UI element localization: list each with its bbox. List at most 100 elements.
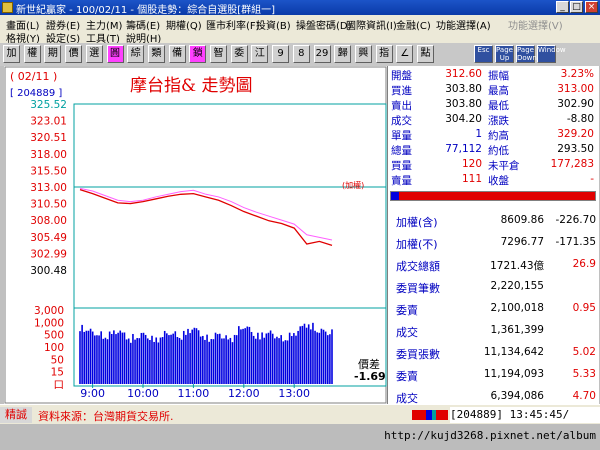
- quote-panel: 開盤 312.60 振幅 3.23% 買進 303.80 最高 313.00 賣出 303.80 最…: [387, 66, 599, 405]
- volume-tick-label: 口: [54, 379, 65, 391]
- toolbar-button[interactable]: 9: [272, 45, 290, 63]
- footer-url: http://kujd3268.pixnet.net/album: [384, 429, 596, 442]
- market-value: 6,394,086: [490, 390, 544, 402]
- quote-label: 約低: [488, 145, 509, 157]
- toolbar-button[interactable]: 綜: [127, 45, 145, 63]
- toolbar-button[interactable]: 智: [210, 45, 227, 63]
- price-tick-label: 310.50: [30, 199, 67, 211]
- toolbar-button[interactable]: 備: [168, 45, 186, 63]
- menu-item[interactable]: 國際資訊(I): [346, 17, 397, 32]
- chart-date: ( 02/11 ): [10, 70, 58, 83]
- status-indicator: [412, 410, 448, 420]
- quote-label: 最低: [488, 100, 509, 112]
- market-ratio: 5.33: [572, 368, 596, 380]
- price-tick-label: 302.99: [30, 248, 67, 260]
- toolbar-button[interactable]: 鎖: [189, 45, 207, 63]
- reference-label: (加權): [342, 181, 365, 190]
- minimize-button[interactable]: _: [556, 1, 569, 13]
- maximize-button[interactable]: □: [570, 1, 583, 13]
- status-code: [204889]: [450, 408, 503, 421]
- market-value: 11,134,642: [483, 346, 544, 358]
- toolbar-button[interactable]: 選: [85, 45, 103, 63]
- market-label: 成交: [396, 326, 418, 339]
- volume-tick-label: 500: [44, 330, 64, 342]
- footer: http://kujd3268.pixnet.net/album: [0, 424, 600, 450]
- menu-item[interactable]: 金融(C): [396, 17, 431, 32]
- volume-tick-label: 3,000: [34, 305, 64, 317]
- quote-label: 振幅: [488, 70, 509, 82]
- quote-value: 1: [475, 128, 482, 140]
- menu-item[interactable]: 功能選擇(V): [508, 17, 563, 32]
- toolbar-button[interactable]: 圓: [106, 45, 124, 63]
- intraday-chart[interactable]: 325.52 323.01 320.51 318.00 315.50 313.00 310.…: [4, 66, 387, 404]
- toolbar: 加權期價選圓綜類備鎖智委江 9 8 29 歸興指 ∠ 點 Esc Page Up Page Dow…: [0, 43, 600, 66]
- toolbar-button[interactable]: 歸: [334, 45, 352, 63]
- quote-label: 開盤: [391, 70, 412, 82]
- price-tick-label: 320.51: [30, 132, 67, 144]
- market-value: 1721.43億: [490, 260, 544, 272]
- menu-item[interactable]: 投資(B): [256, 17, 291, 32]
- price-tick-label: 315.50: [30, 165, 67, 177]
- market-ratio: 26.9: [572, 258, 596, 270]
- quote-value: 312.60: [445, 68, 482, 80]
- market-ratio: 0.95: [572, 302, 596, 314]
- market-value: 1,361,399: [490, 324, 544, 336]
- market-value: 11,194,093: [483, 368, 544, 380]
- price-tick-label: 305.49: [30, 232, 67, 244]
- market-label: 委買筆數: [396, 282, 440, 295]
- quote-value: 293.50: [557, 143, 594, 155]
- market-ratio: 4.70: [572, 390, 596, 402]
- title-bar: 新世紀贏家 - 100/02/11 - 個股走勢：綜合自選股[群組一] _ □ …: [0, 0, 600, 16]
- quote-value: -: [590, 173, 594, 185]
- toolbar-button[interactable]: 指: [375, 45, 393, 63]
- price-tick-label: 300.48: [30, 265, 67, 277]
- market-label: 委賣: [396, 304, 418, 317]
- market-label: 成交總額: [396, 260, 440, 273]
- price-tick-label: 313.00: [30, 182, 67, 194]
- mode-label[interactable]: 精誠: [0, 407, 32, 423]
- toolbar-button[interactable]: 類: [147, 45, 165, 63]
- spread-value: -1.69: [354, 370, 386, 383]
- time-tick-label: 11:00: [178, 387, 210, 400]
- toolbar-nav-button[interactable]: Page Up: [495, 45, 514, 63]
- app-icon: [2, 2, 13, 13]
- volume-tick-label: 50: [51, 354, 64, 366]
- toolbar-nav-button[interactable]: Esc: [474, 45, 493, 63]
- toolbar-button[interactable]: 江: [251, 45, 269, 63]
- market-value: 8609.86: [500, 214, 544, 226]
- toolbar-button[interactable]: 權: [23, 45, 41, 63]
- toolbar-button[interactable]: 8: [292, 45, 310, 63]
- toolbar-nav-button[interactable]: Page Down: [516, 45, 537, 63]
- menu-item[interactable]: 功能選擇(A): [436, 17, 491, 32]
- chart-title: 摩台指& 走勢圖: [130, 76, 253, 96]
- toolbar-button[interactable]: 29: [313, 45, 331, 63]
- toolbar-button[interactable]: 價: [65, 45, 83, 63]
- menu-item[interactable]: 匯市利率(F): [206, 17, 260, 32]
- quote-value: 302.90: [557, 98, 594, 110]
- menu-item[interactable]: 操盤密碼(D): [296, 17, 352, 32]
- quote-label: 未平倉: [488, 160, 520, 172]
- toolbar-button[interactable]: 加: [3, 45, 20, 63]
- quote-value: 120: [461, 158, 482, 170]
- market-value: 7296.77: [500, 236, 544, 248]
- quote-label: 賣出: [391, 100, 412, 112]
- toolbar-button[interactable]: 興: [354, 45, 372, 63]
- toolbar-button[interactable]: 委: [230, 45, 248, 63]
- close-button[interactable]: ×: [585, 1, 598, 13]
- toolbar-nav-button[interactable]: Window: [537, 45, 566, 63]
- menu-item[interactable]: 期權(Q): [166, 17, 202, 32]
- quote-label: 收盤: [488, 175, 509, 187]
- quote-value: 111: [461, 173, 482, 185]
- quote-value: 313.00: [557, 83, 594, 95]
- toolbar-button[interactable]: 點: [417, 45, 434, 63]
- quote-value: 303.80: [445, 83, 482, 95]
- market-value: 2,100,018: [490, 302, 544, 314]
- quote-value: -8.80: [566, 113, 594, 125]
- clock-box: [204889] 13:45:45/: [450, 407, 600, 423]
- data-source: 資料來源：台灣期貨交易所.: [38, 410, 174, 423]
- market-label: 委賣: [396, 370, 418, 383]
- time-tick-label: 12:00: [228, 387, 260, 400]
- toolbar-button[interactable]: 期: [44, 45, 62, 63]
- quote-value: 77,112: [445, 143, 482, 155]
- toolbar-button[interactable]: ∠: [396, 45, 414, 63]
